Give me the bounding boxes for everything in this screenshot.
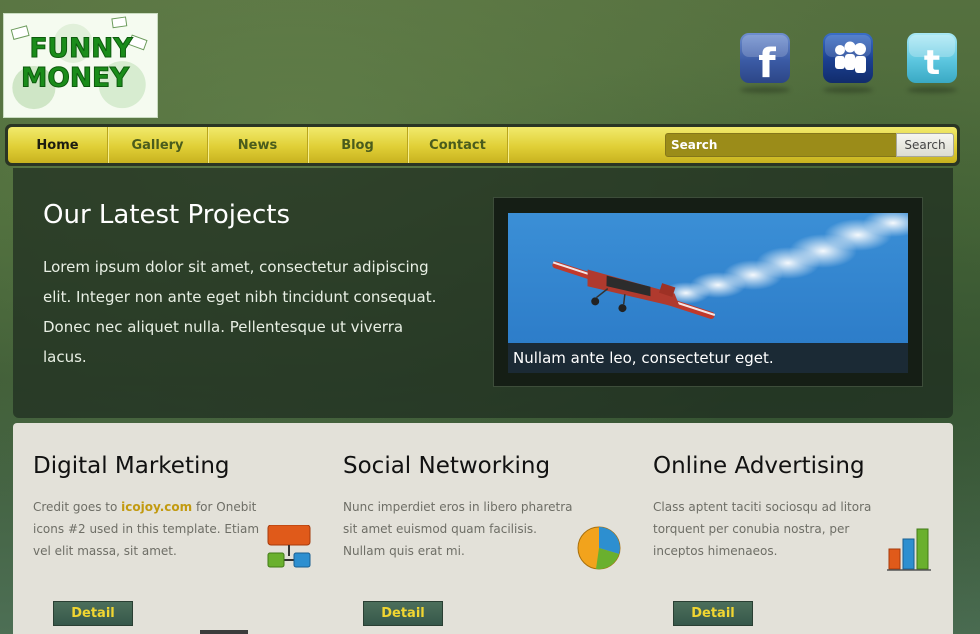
- bottom-scroll-marker: [200, 630, 248, 634]
- icojoy-link[interactable]: icojoy.com: [121, 500, 192, 514]
- slide-image[interactable]: [508, 213, 908, 343]
- featured-title: Our Latest Projects: [43, 200, 291, 230]
- main-navbar: Home Gallery News Blog Contact Search Se…: [5, 124, 960, 166]
- service-social-networking: Social Networking Nunc imperdiet eros in…: [343, 453, 633, 626]
- site-logo[interactable]: FUNNY MONEY: [3, 13, 158, 118]
- nav-item-news[interactable]: News: [208, 127, 308, 163]
- navbar-inner: Home Gallery News Blog Contact Search Se…: [8, 127, 957, 163]
- facebook-icon[interactable]: f: [740, 33, 790, 83]
- logo-graphic: FUNNY MONEY: [4, 14, 157, 117]
- service-title: Digital Marketing: [33, 453, 230, 479]
- myspace-icon[interactable]: [823, 33, 873, 83]
- service-online-advertising: Online Advertising Class aptent taciti s…: [653, 453, 943, 626]
- nav-item-blog[interactable]: Blog: [308, 127, 408, 163]
- services-section: Digital Marketing Credit goes to icojoy.…: [13, 423, 953, 634]
- bar-chart-icon: [886, 525, 932, 571]
- service-title: Social Networking: [343, 453, 551, 479]
- detail-button[interactable]: Detail: [673, 601, 753, 626]
- network-icon: [266, 525, 312, 571]
- pie-chart-icon: [576, 525, 622, 571]
- featured-slider[interactable]: Nullam ante leo, consectetur eget.: [493, 197, 923, 387]
- detail-button[interactable]: Detail: [363, 601, 443, 626]
- service-title: Online Advertising: [653, 453, 865, 479]
- featured-text: Lorem ipsum dolor sit amet, consectetur …: [43, 258, 437, 366]
- service-text: Class aptent taciti sociosqu ad litora t…: [653, 500, 872, 558]
- logo-line2: MONEY: [21, 63, 130, 94]
- search-button[interactable]: Search: [896, 133, 954, 157]
- nav-item-home[interactable]: Home: [8, 127, 108, 163]
- nav-item-contact[interactable]: Contact: [408, 127, 508, 163]
- service-text: Credit goes to icojoy.com for Onebit ico…: [33, 500, 260, 558]
- detail-button[interactable]: Detail: [53, 601, 133, 626]
- service-text: Nunc imperdiet eros in libero pharetra s…: [343, 500, 573, 558]
- search-input[interactable]: Search: [665, 133, 897, 157]
- nav-item-gallery[interactable]: Gallery: [108, 127, 208, 163]
- service-digital-marketing: Digital Marketing Credit goes to icojoy.…: [33, 453, 323, 626]
- logo-line1: FUNNY: [29, 33, 133, 64]
- twitter-icon[interactable]: t: [907, 33, 957, 83]
- slide-caption: Nullam ante leo, consectetur eget.: [508, 343, 908, 373]
- svg-text:t: t: [924, 43, 940, 83]
- featured-section: Our Latest Projects Lorem ipsum dolor si…: [13, 168, 953, 418]
- svg-text:f: f: [758, 41, 776, 83]
